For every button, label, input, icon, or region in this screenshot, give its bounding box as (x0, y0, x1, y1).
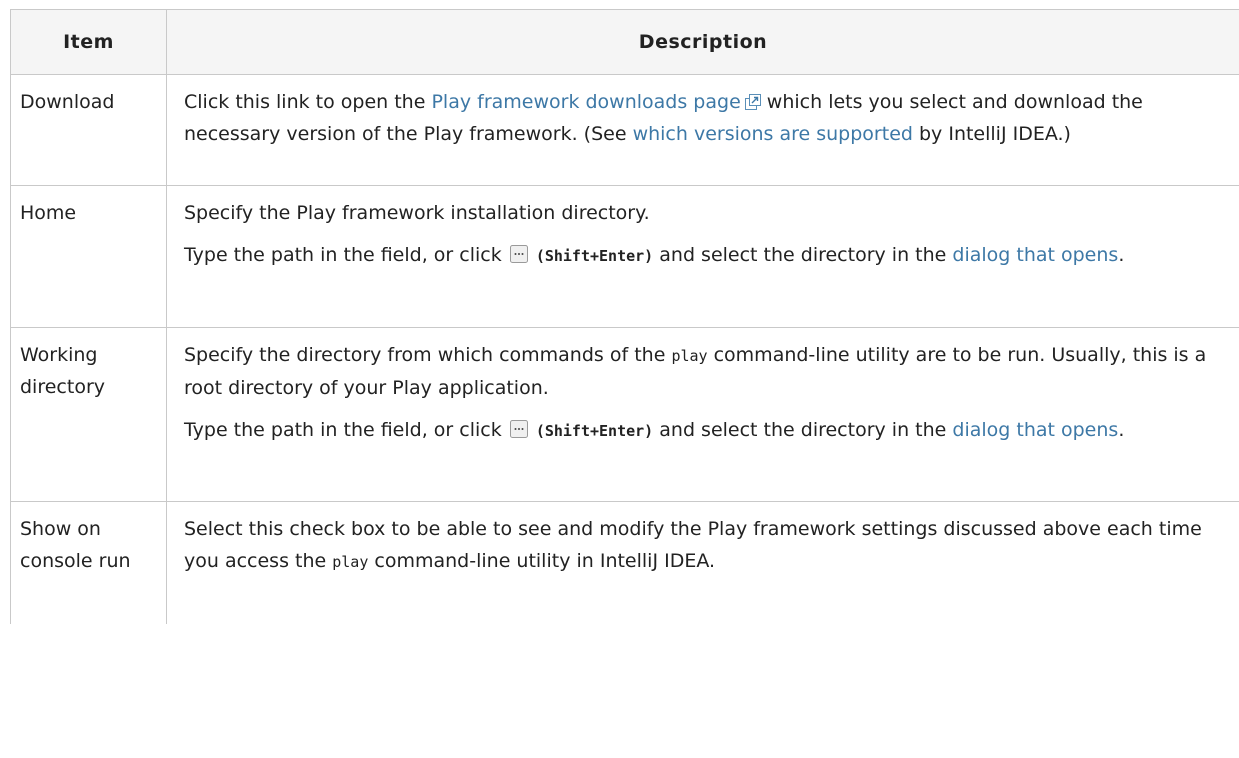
description-paragraph: Specify the directory from which command… (184, 339, 1227, 404)
play-command-code: play (332, 553, 369, 571)
table-row: Home Specify the Play framework installa… (10, 185, 1239, 328)
browse-ellipsis-icon (509, 420, 528, 438)
description-paragraph: Type the path in the field, or click (Sh… (184, 414, 1227, 447)
description-download: Click this link to open the Play framewo… (166, 74, 1239, 186)
text-fragment: and select the directory in the (653, 419, 953, 441)
text-fragment: Type the path in the field, or click (184, 419, 508, 441)
item-name-download: Download (10, 74, 167, 186)
description-column-header: Description (166, 9, 1239, 75)
description-working-directory: Specify the directory from which command… (166, 327, 1239, 502)
text-fragment: . (1118, 419, 1125, 441)
text-fragment: command-line utility in IntelliJ IDEA. (368, 550, 716, 572)
text-fragment: Type the path in the field, or click (184, 244, 508, 266)
play-command-code: play (671, 347, 708, 365)
shortcut-shift-enter: (Shift+Enter) (535, 247, 654, 265)
text-fragment: Click this link to open the (184, 91, 432, 113)
dialog-link[interactable]: dialog that opens (952, 419, 1118, 441)
table-header-row: Item Description (10, 9, 1239, 75)
table-row: Download Click this link to open the Pla… (10, 74, 1239, 186)
description-paragraph: Specify the Play framework installation … (184, 202, 650, 224)
play-downloads-link[interactable]: Play framework downloads page (431, 91, 740, 113)
description-paragraph: Type the path in the field, or click (Sh… (184, 239, 1227, 272)
item-name-show-on-console-run: Show on console run (10, 501, 167, 624)
item-name-working-directory: Working directory (10, 327, 167, 502)
shortcut-shift-enter: (Shift+Enter) (535, 422, 654, 440)
settings-table: Item Description Download Click this lin… (10, 9, 1239, 624)
item-name-home: Home (10, 185, 167, 328)
external-link-icon (744, 94, 761, 110)
description-paragraph: Click this link to open the Play framewo… (184, 86, 1227, 150)
description-show-on-console-run: Select this check box to be able to see … (166, 501, 1239, 624)
supported-versions-link[interactable]: which versions are supported (633, 123, 913, 145)
text-fragment: . (1118, 244, 1125, 266)
text-fragment: and select the directory in the (653, 244, 953, 266)
browse-ellipsis-icon (509, 245, 528, 263)
text-fragment: by IntelliJ IDEA.) (912, 123, 1071, 145)
text-fragment: Specify the directory from which command… (184, 344, 672, 366)
description-paragraph: Select this check box to be able to see … (184, 513, 1227, 578)
description-home: Specify the Play framework installation … (166, 185, 1239, 328)
item-column-header: Item (10, 9, 167, 75)
table-row: Show on console run Select this check bo… (10, 501, 1239, 624)
dialog-link[interactable]: dialog that opens (952, 244, 1118, 266)
table-row: Working directory Specify the directory … (10, 327, 1239, 502)
